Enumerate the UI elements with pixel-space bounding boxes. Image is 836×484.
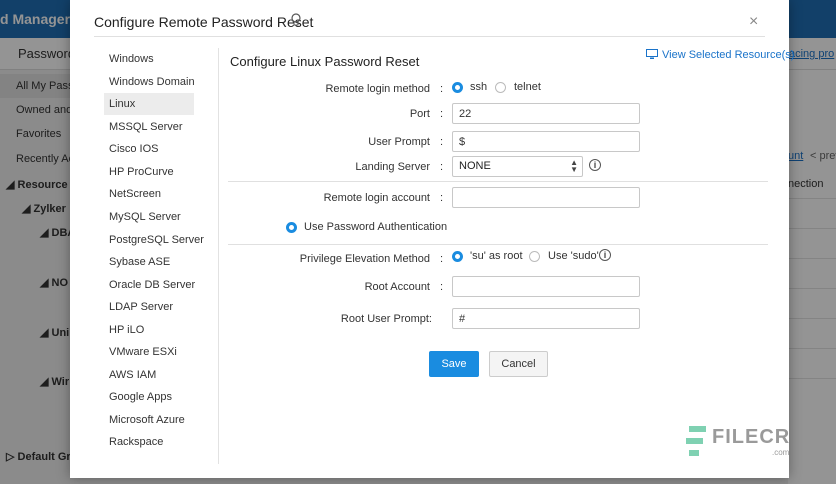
root-user-prompt-label: Root User Prompt:	[340, 313, 432, 325]
os-item-rackspace[interactable]: Rackspace	[104, 431, 194, 453]
remote-login-account-input[interactable]	[452, 187, 640, 208]
os-item-windows[interactable]: Windows	[104, 48, 194, 70]
lightbulb-icon[interactable]	[290, 13, 302, 27]
root-user-prompt-input[interactable]	[452, 308, 640, 329]
telnet-radio-label: telnet	[514, 81, 541, 93]
su-as-root-radio[interactable]	[452, 251, 463, 262]
list-divider	[218, 48, 219, 464]
root-account-label: Root Account	[364, 281, 430, 293]
os-item-vmware-esxi[interactable]: VMware ESXi	[104, 341, 194, 363]
watermark-mark-icon	[686, 426, 706, 456]
os-item-postgresql-server[interactable]: PostgreSQL Server	[104, 229, 204, 251]
telnet-radio[interactable]	[495, 82, 506, 93]
close-icon[interactable]: ×	[749, 13, 758, 31]
dialog-title: Configure Remote Password Reset	[94, 14, 314, 30]
info-icon[interactable]: i	[589, 159, 601, 171]
privilege-elevation-label: Privilege Elevation Method	[299, 253, 430, 265]
colon: :	[440, 281, 444, 293]
os-item-windows-domain[interactable]: Windows Domain	[104, 71, 195, 93]
colon: :	[440, 83, 444, 95]
section-divider	[228, 181, 768, 182]
remote-login-method-label: Remote login method	[325, 83, 430, 95]
os-item-mysql-server[interactable]: MySQL Server	[104, 206, 194, 228]
user-prompt-label: User Prompt	[368, 136, 430, 148]
view-selected-resources-link[interactable]: View Selected Resource(s)	[662, 49, 794, 61]
root-account-input[interactable]	[452, 276, 640, 297]
os-item-mssql-server[interactable]: MSSQL Server	[104, 116, 194, 138]
watermark-logo: FILECR .com	[686, 424, 790, 462]
landing-server-select[interactable]: NONE ▲ ▼	[452, 156, 583, 177]
os-item-hp-ilo[interactable]: HP iLO	[104, 319, 194, 341]
os-item-linux[interactable]: Linux	[104, 93, 194, 115]
select-arrows-icon: ▲ ▼	[570, 158, 578, 174]
ssh-radio[interactable]	[452, 82, 463, 93]
su-as-root-label: 'su' as root	[470, 250, 523, 262]
port-label: Port	[409, 108, 430, 120]
port-input[interactable]	[452, 103, 640, 124]
os-item-aws-iam[interactable]: AWS IAM	[104, 364, 194, 386]
watermark-subtext: .com	[772, 448, 790, 457]
cancel-button[interactable]: Cancel	[489, 351, 548, 377]
use-password-auth-label: Use Password Authentication	[304, 221, 448, 233]
os-item-cisco-ios[interactable]: Cisco IOS	[104, 138, 194, 160]
section-title: Configure Linux Password Reset	[230, 54, 420, 69]
colon: :	[440, 161, 444, 173]
configure-remote-password-reset-dialog: Configure Remote Password Reset × Window…	[70, 0, 794, 478]
colon: :	[440, 253, 444, 265]
colon: :	[440, 108, 444, 120]
section-divider	[228, 244, 768, 245]
remote-login-account-label: Remote login account	[323, 192, 430, 204]
ssh-radio-label: ssh	[470, 81, 488, 93]
watermark-text: FILECR	[712, 426, 791, 448]
os-item-hp-procurve[interactable]: HP ProCurve	[104, 161, 194, 183]
title-divider	[94, 36, 765, 37]
os-item-oracle-db-server[interactable]: Oracle DB Server	[104, 274, 195, 296]
monitor-icon[interactable]	[646, 49, 658, 60]
os-item-microsoft-azure[interactable]: Microsoft Azure	[104, 409, 194, 431]
os-item-sybase-ase[interactable]: Sybase ASE	[104, 251, 194, 273]
user-prompt-input[interactable]	[452, 131, 640, 152]
use-sudo-radio[interactable]	[529, 251, 540, 262]
use-password-auth-radio[interactable]	[286, 222, 297, 233]
colon: :	[440, 192, 444, 204]
colon: :	[440, 136, 444, 148]
save-button[interactable]: Save	[429, 351, 479, 377]
landing-server-value: NONE	[459, 160, 491, 172]
os-item-ldap-server[interactable]: LDAP Server	[104, 296, 194, 318]
os-item-google-apps[interactable]: Google Apps	[104, 386, 194, 408]
info-icon[interactable]: i	[599, 249, 611, 261]
landing-server-label: Landing Server	[355, 161, 430, 173]
use-sudo-label: Use 'sudo'	[548, 250, 599, 262]
os-item-netscreen[interactable]: NetScreen	[104, 183, 194, 205]
